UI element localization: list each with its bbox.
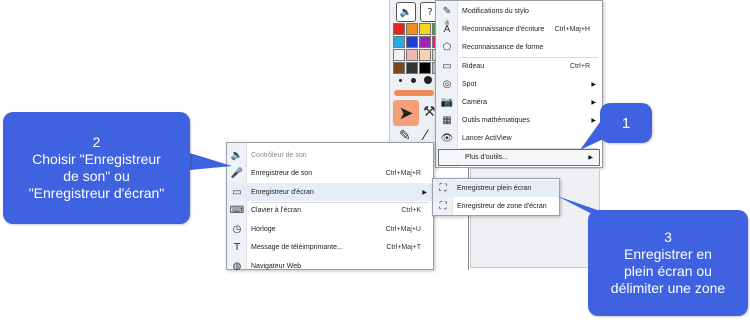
callout-number: 1 <box>621 114 631 132</box>
callout-number: 3 <box>664 229 672 245</box>
callout-line: Enregistrer en <box>624 246 712 262</box>
callout-one: 1 <box>600 103 652 143</box>
callout-line: plein écran ou <box>624 263 712 279</box>
callout-two: 2 Choisir "Enregistreur de son" ou "Enre… <box>3 112 190 224</box>
callout-line: délimiter une zone <box>610 280 726 296</box>
callout-line: Choisir "Enregistreur <box>32 151 161 167</box>
callout-line: de son" ou <box>63 168 130 184</box>
callout-number: 2 <box>92 134 101 150</box>
callout-line: "Enregistreur d'écran" <box>28 185 165 201</box>
callout-three: 3 Enregistrer en plein écran ou délimite… <box>588 210 748 316</box>
